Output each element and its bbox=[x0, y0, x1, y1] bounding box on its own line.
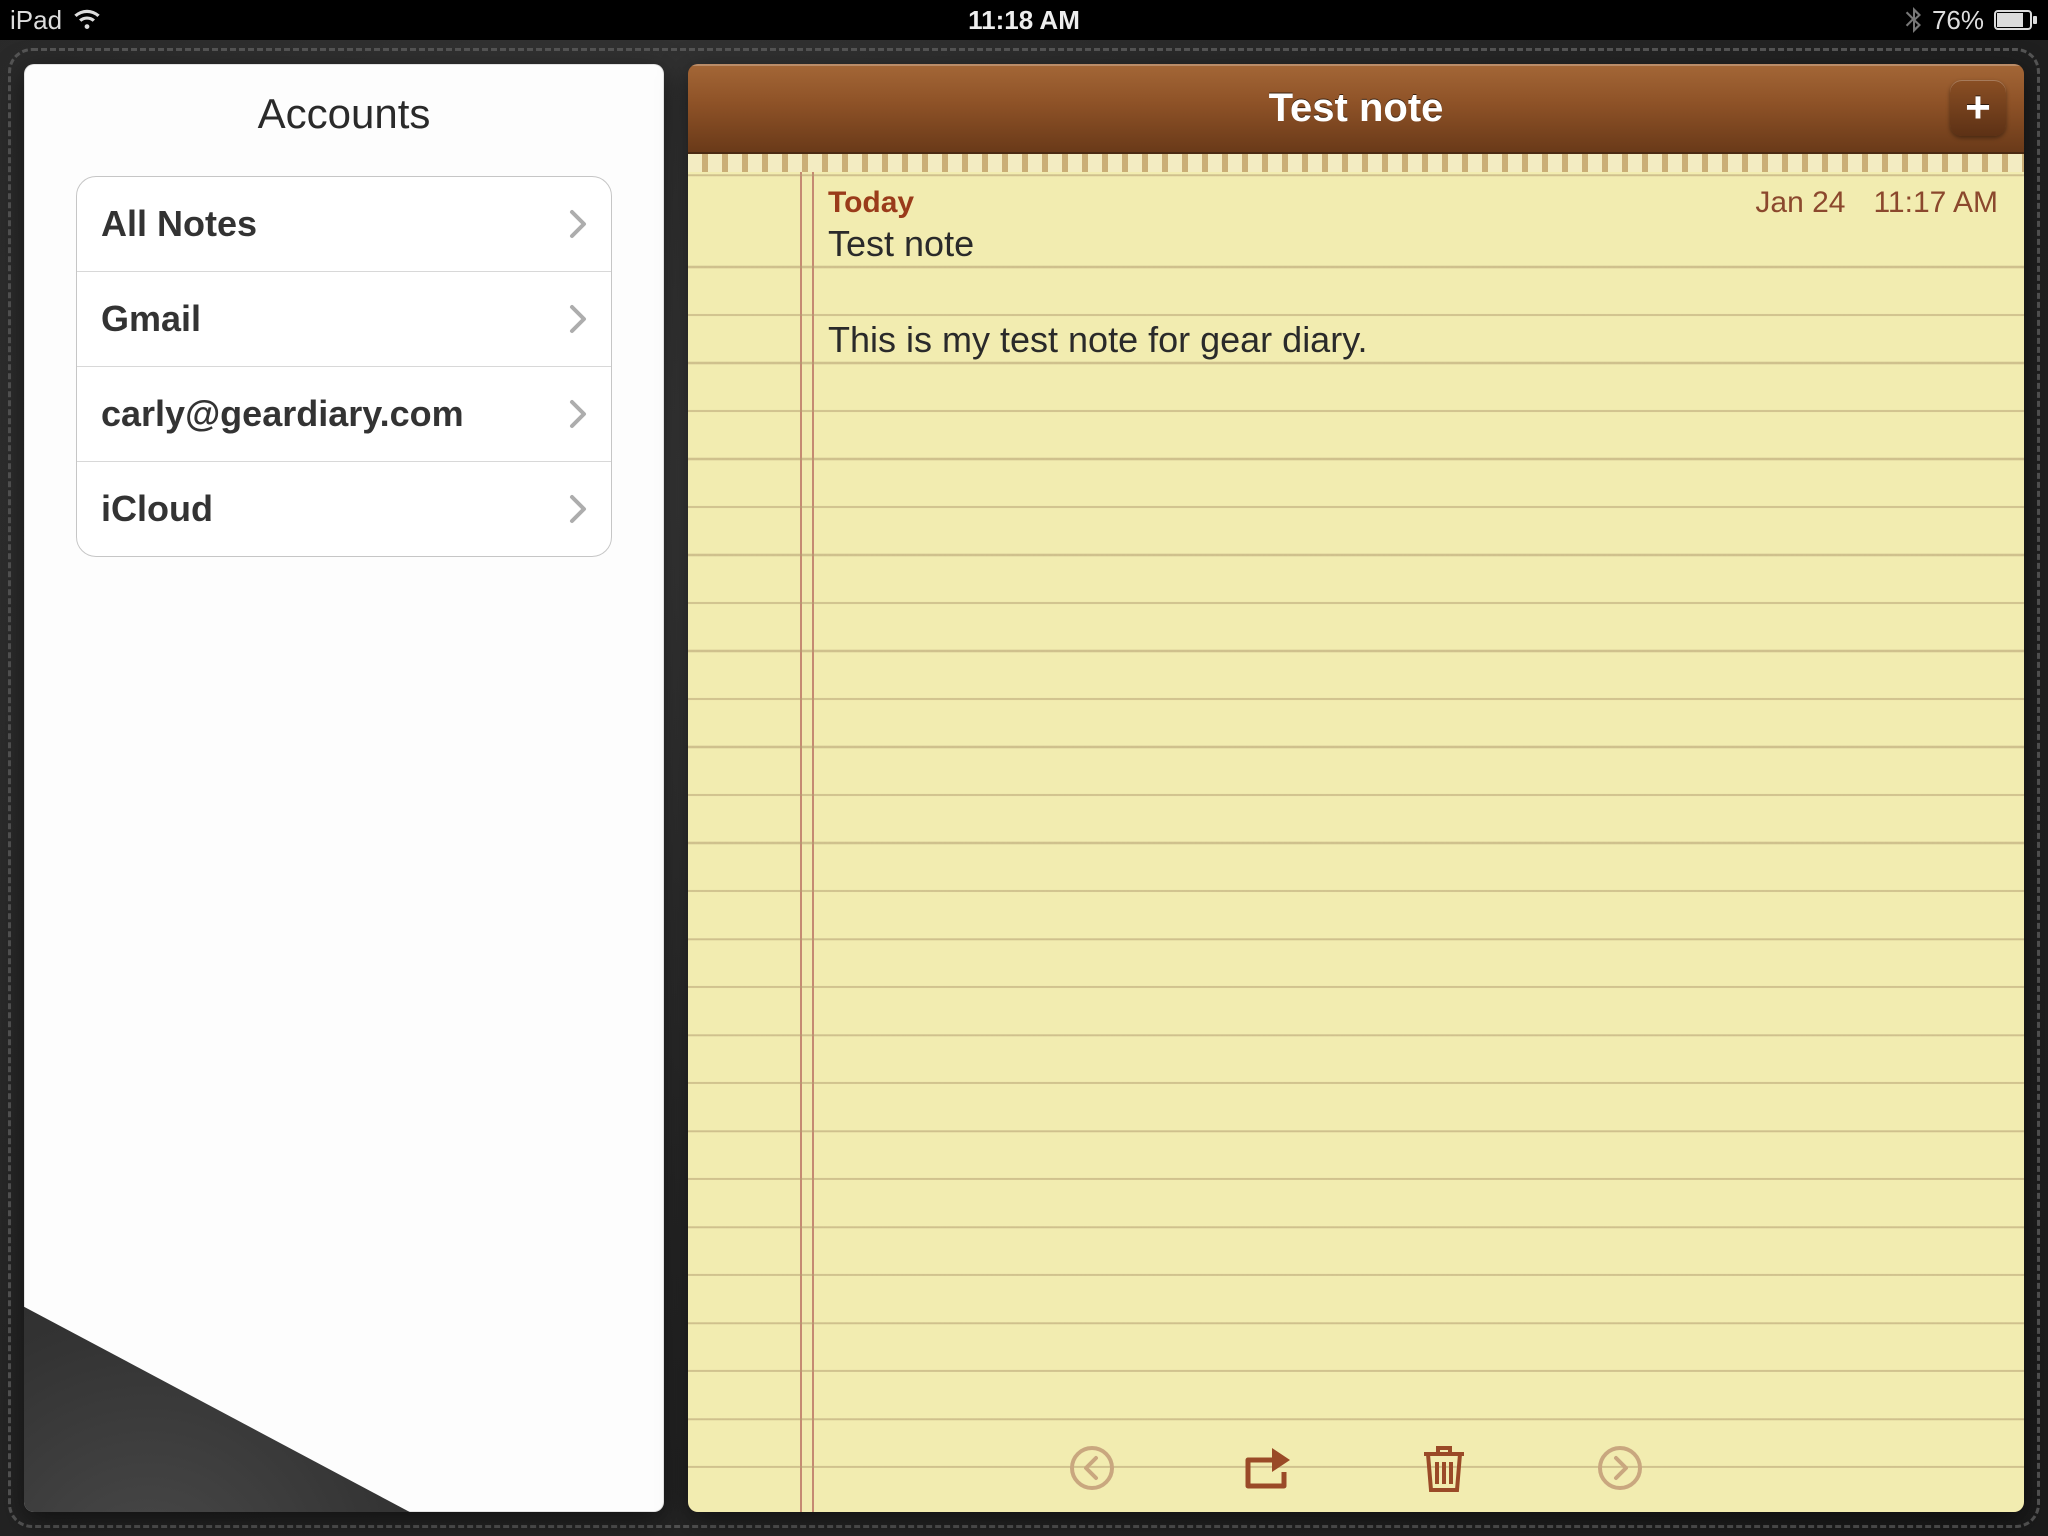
leather-pocket bbox=[24, 1188, 664, 1512]
today-label: Today bbox=[828, 186, 914, 220]
new-note-button[interactable]: + bbox=[1950, 80, 2006, 136]
note-date: Jan 24 bbox=[1755, 186, 1845, 220]
share-button[interactable] bbox=[1240, 1440, 1296, 1496]
wifi-icon bbox=[72, 8, 102, 32]
account-item-all-notes[interactable]: All Notes bbox=[77, 177, 611, 272]
note-blank-line bbox=[828, 268, 1998, 316]
sidebar-title: Accounts bbox=[24, 64, 664, 156]
arrow-right-circle-icon bbox=[1596, 1444, 1644, 1492]
account-item-label: Gmail bbox=[101, 298, 201, 340]
accounts-sidebar: Accounts All Notes Gmail bbox=[24, 64, 664, 1512]
delete-button[interactable] bbox=[1416, 1440, 1472, 1496]
torn-edge bbox=[688, 154, 2024, 172]
note-title-line: Test note bbox=[828, 220, 1998, 268]
account-item-label: All Notes bbox=[101, 203, 257, 245]
account-list: All Notes Gmail carly@geardiary.com bbox=[76, 176, 612, 557]
account-item-icloud[interactable]: iCloud bbox=[77, 462, 611, 556]
account-item-gmail[interactable]: Gmail bbox=[77, 272, 611, 367]
note-header: Test note + bbox=[688, 64, 2024, 154]
pad-header: Today Jan 24 11:17 AM bbox=[688, 172, 2024, 220]
trash-icon bbox=[1422, 1442, 1466, 1494]
note-pane: Test note + Today Jan 24 11:17 AM bbox=[688, 64, 2024, 1512]
pad-toolbar bbox=[688, 1440, 2024, 1496]
next-note-button[interactable] bbox=[1592, 1440, 1648, 1496]
chevron-right-icon bbox=[569, 304, 587, 334]
app-frame: Accounts All Notes Gmail bbox=[0, 40, 2048, 1536]
chevron-right-icon bbox=[569, 494, 587, 524]
note-body-line: This is my test note for gear diary. bbox=[828, 316, 1998, 364]
legal-pad[interactable]: Today Jan 24 11:17 AM Test note This is … bbox=[688, 172, 2024, 1512]
chevron-right-icon bbox=[569, 209, 587, 239]
arrow-left-circle-icon bbox=[1068, 1444, 1116, 1492]
note-body[interactable]: Test note This is my test note for gear … bbox=[688, 220, 2024, 364]
chevron-right-icon bbox=[569, 399, 587, 429]
status-time: 11:18 AM bbox=[968, 5, 1080, 35]
bluetooth-icon bbox=[1904, 7, 1922, 33]
battery-pct: 76% bbox=[1932, 5, 1984, 36]
device-label: iPad bbox=[10, 5, 62, 36]
previous-note-button[interactable] bbox=[1064, 1440, 1120, 1496]
account-item-label: iCloud bbox=[101, 488, 213, 530]
note-time: 11:17 AM bbox=[1873, 186, 1998, 220]
status-bar: iPad 11:18 AM 76% bbox=[0, 0, 2048, 40]
battery-icon bbox=[1994, 10, 2038, 30]
account-item-label: carly@geardiary.com bbox=[101, 393, 464, 435]
plus-icon: + bbox=[1965, 86, 1991, 130]
account-item-geardiary[interactable]: carly@geardiary.com bbox=[77, 367, 611, 462]
note-header-title: Test note bbox=[1269, 86, 1444, 131]
share-icon bbox=[1242, 1444, 1294, 1492]
